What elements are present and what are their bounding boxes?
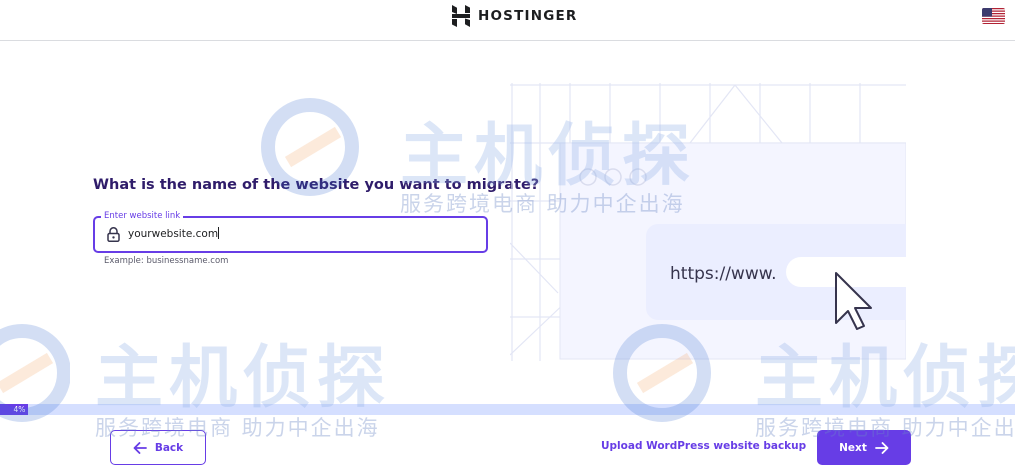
url-text: https://www. (670, 264, 777, 284)
arrow-right-icon (874, 441, 889, 454)
progress-fill: 4% (0, 404, 29, 415)
back-button[interactable]: Back (110, 430, 206, 465)
hostinger-logo[interactable]: HOSTINGER (452, 5, 578, 27)
progress-bar: 4% (0, 404, 1015, 415)
arrow-left-icon (133, 441, 147, 454)
website-link-field[interactable]: Enter website link yourwebsite.com (93, 210, 488, 253)
back-label: Back (154, 441, 184, 454)
brand-name: HOSTINGER (478, 8, 578, 24)
text-caret (218, 227, 220, 239)
page-question: What is the name of the website you want… (93, 177, 540, 193)
next-label: Next (839, 441, 867, 454)
us-flag-icon[interactable] (982, 8, 1005, 24)
next-button[interactable]: Next (817, 430, 911, 465)
top-header: HOSTINGER (0, 0, 1015, 41)
website-link-input[interactable]: yourwebsite.com (128, 227, 220, 242)
helper-text: Example: businessname.com (104, 256, 229, 266)
upload-backup-link[interactable]: Upload WordPress website backup (601, 440, 806, 452)
lock-icon (107, 227, 120, 246)
field-label: Enter website link (101, 210, 184, 222)
hostinger-logo-icon (452, 5, 470, 27)
migration-illustration: https://www. (510, 83, 906, 361)
